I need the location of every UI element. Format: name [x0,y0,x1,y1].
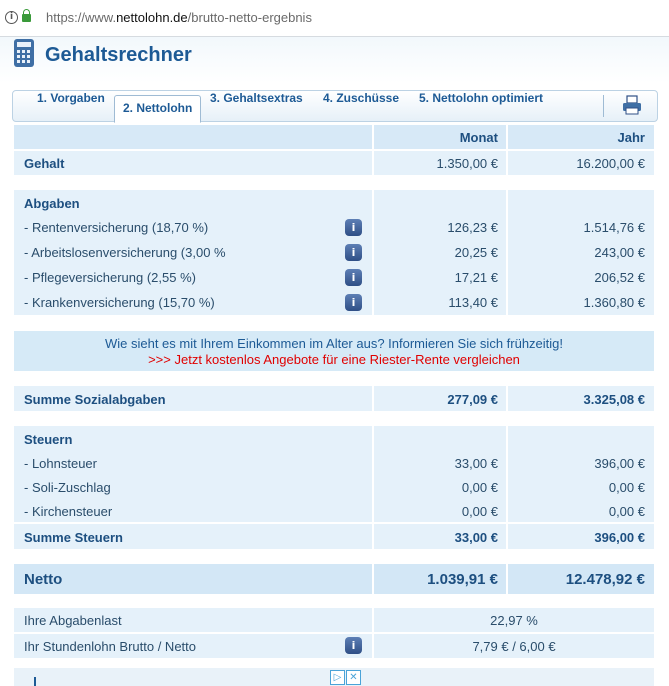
abgaben-row-label: - Krankenversicherung (15,70 %) [24,295,215,310]
column-header-monat: Monat [459,130,498,145]
info-icon[interactable]: i [345,219,362,236]
steuern-row-jahr: 396,00 € [594,456,645,471]
abgaben-title: Abgaben [24,196,80,211]
summe-sozial-label: Summe Sozialabgaben [24,392,166,407]
steuern-row-monat: 0,00 € [461,480,498,495]
url-text[interactable]: https://www.nettolohn.de/brutto-netto-er… [46,10,312,25]
stundenlohn-label: Ihr Stundenlohn Brutto / Netto [24,639,196,654]
ad-content-fragment [34,677,36,686]
steuern-row-label: - Lohnsteuer [24,456,97,471]
printer-icon[interactable] [622,95,642,115]
site-info-icon[interactable]: i [5,11,18,24]
abgaben-row-monat: 20,25 € [454,245,498,260]
netto-jahr: 12.478,92 € [565,571,645,588]
column-header-jahr: Jahr [617,130,645,145]
summe-steuern-monat: 33,00 € [454,530,498,545]
tab-bar: 1. Vorgaben 2. Nettolohn 3. Gehaltsextra… [12,90,658,123]
calculator-icon [14,39,34,67]
steuern-row-jahr: 0,00 € [608,480,645,495]
adchoices-icon[interactable]: ▷ [330,670,345,685]
abgaben-row-monat: 17,21 € [454,270,498,285]
stundenlohn-value: 7,79 € / 6,00 € [472,639,556,654]
info-icon[interactable]: i [345,294,362,311]
info-icon[interactable]: i [345,269,362,286]
tab-gehaltsextras[interactable]: 3. Gehaltsextras [210,91,303,121]
netto-label: Netto [24,571,63,588]
abgabenlast-label: Ihre Abgabenlast [24,613,122,628]
url-prefix: https://www. [46,10,117,25]
abgabenlast-value: 22,97 % [490,613,538,628]
abgaben-row-jahr: 1.360,80 € [583,295,645,310]
summe-steuern-jahr: 396,00 € [594,530,645,545]
steuern-row-label: - Soli-Zuschlag [24,480,111,495]
gehalt-monat: 1.350,00 € [436,156,498,171]
tab-zuschuesse[interactable]: 4. Zuschüsse [323,91,399,121]
abgaben-row-jahr: 1.514,76 € [583,220,645,235]
column-header-label-cell [14,125,372,149]
abgaben-row-jahr: 243,00 € [594,245,645,260]
promo-link[interactable]: >>> Jetzt kostenlos Angebote für eine Ri… [14,352,654,367]
steuern-row-monat: 33,00 € [454,456,498,471]
promo-text: Wie sieht es mit Ihrem Einkommen im Alte… [104,336,564,351]
summe-sozial-monat: 277,09 € [447,392,498,407]
tab-nettolohn-optimiert[interactable]: 5. Nettolohn optimiert [419,91,543,121]
steuern-title: Steuern [24,432,73,447]
steuern-row-monat: 0,00 € [461,504,498,519]
page-header: Gehaltsrechner [0,37,669,83]
url-domain: nettolohn.de [116,10,188,25]
gehalt-jahr: 16.200,00 € [576,156,645,171]
info-icon[interactable]: i [345,637,362,654]
abgaben-row-label: - Pflegeversicherung (2,55 %) [24,270,196,285]
page-title: Gehaltsrechner [45,44,192,66]
abgaben-row-label: - Arbeitslosenversicherung (3,00 % [24,245,226,260]
tab-vorgaben[interactable]: 1. Vorgaben [37,91,105,121]
gehalt-label-cell [14,151,372,175]
abgaben-row-label: - Rentenversicherung (18,70 %) [24,220,209,235]
tab-nettolohn[interactable]: 2. Nettolohn [114,95,202,123]
steuern-row-jahr: 0,00 € [608,504,645,519]
close-icon[interactable]: ✕ [346,670,361,685]
browser-url-bar[interactable]: i https://www.nettolohn.de/brutto-netto-… [0,0,669,37]
gehalt-label: Gehalt [24,156,65,171]
riester-promo-box[interactable]: Wie sieht es mit Ihrem Einkommen im Alte… [14,331,654,371]
abgaben-row-monat: 126,23 € [447,220,498,235]
abgaben-row-jahr: 206,52 € [594,270,645,285]
tab-divider [603,95,604,117]
abgaben-row-monat: 113,40 € [448,295,498,310]
steuern-row-label: - Kirchensteuer [24,504,113,519]
info-icon[interactable]: i [345,244,362,261]
summe-sozial-jahr: 3.325,08 € [583,392,645,407]
netto-monat: 1.039,91 € [427,571,498,588]
netto-label-cell [14,564,372,594]
summe-steuern-label: Summe Steuern [24,530,123,545]
lock-icon [22,9,31,22]
url-path: /brutto-netto-ergebnis [187,10,312,25]
